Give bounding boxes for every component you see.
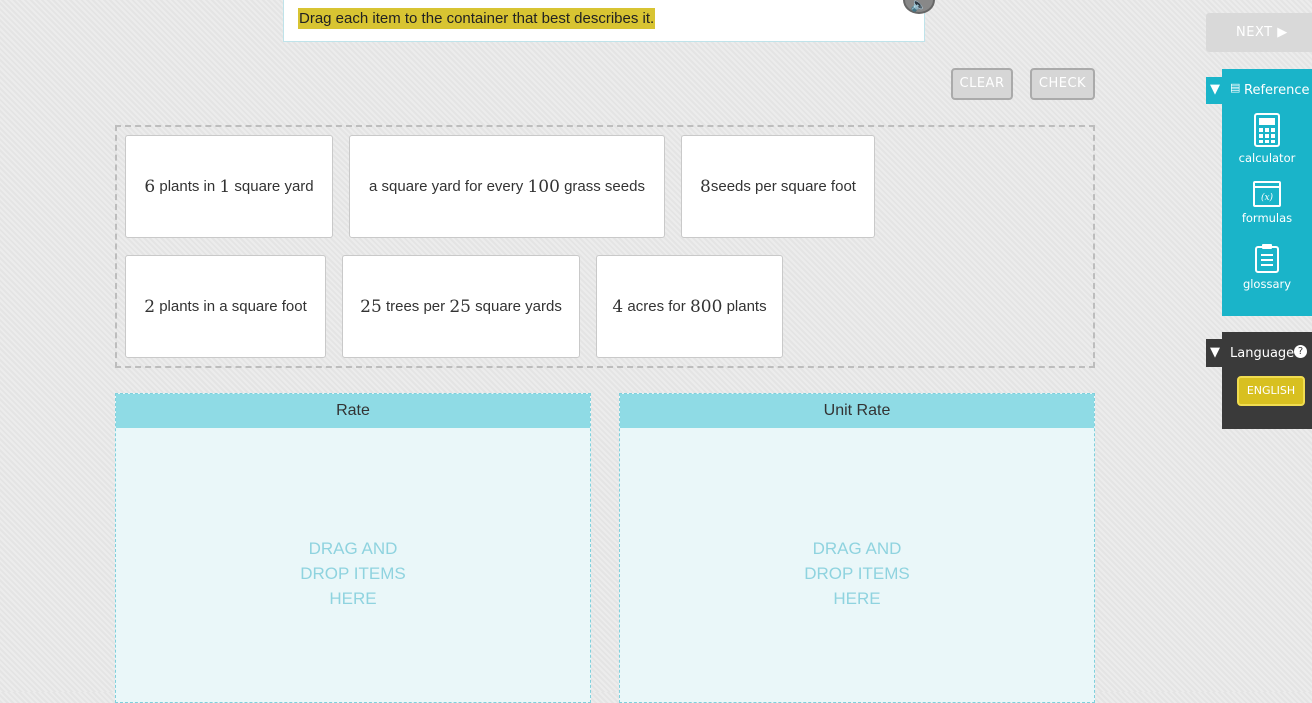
clear-button[interactable]: CLEAR xyxy=(951,68,1013,100)
card-number: 1 xyxy=(219,176,231,197)
drop-hint-line: DROP ITEMS xyxy=(804,564,910,583)
drop-hint-line: HERE xyxy=(329,589,377,608)
drop-zone-unit-rate[interactable]: Unit Rate DRAG AND DROP ITEMS HERE xyxy=(619,393,1095,703)
card-number: 25 xyxy=(360,296,382,317)
card-text: plants xyxy=(726,298,767,315)
tool-label: formulas xyxy=(1241,211,1293,225)
collapse-triangle-icon: ▼ xyxy=(1210,345,1220,360)
drag-card[interactable]: 2 plants in a square foot xyxy=(125,255,326,358)
drop-hint: DRAG AND DROP ITEMS HERE xyxy=(620,536,1094,611)
drop-hint-line: DROP ITEMS xyxy=(300,564,406,583)
drag-card[interactable]: 25 trees per 25 square yards xyxy=(342,255,580,358)
collapse-triangle-icon: ▼ xyxy=(1210,82,1220,97)
card-number: 100 xyxy=(527,176,560,197)
language-label: Language xyxy=(1230,346,1295,361)
calculator-tool[interactable]: calculator xyxy=(1222,113,1312,165)
reference-panel: calculator (x) formulas glossary xyxy=(1222,69,1312,316)
reference-label: Reference xyxy=(1244,83,1310,98)
drop-hint: DRAG AND DROP ITEMS HERE xyxy=(116,536,590,611)
card-text: plants in a square foot xyxy=(159,298,307,315)
drop-hint-line: HERE xyxy=(833,589,881,608)
card-text: grass seeds xyxy=(564,178,645,195)
card-text: trees per xyxy=(385,298,446,315)
card-text: seeds per square foot xyxy=(710,178,856,195)
glossary-tool[interactable]: glossary xyxy=(1222,243,1312,291)
drop-hint-line: DRAG AND xyxy=(812,539,902,558)
card-number: 4 xyxy=(612,296,624,317)
drop-zone-rate[interactable]: Rate DRAG AND DROP ITEMS HERE xyxy=(115,393,591,703)
drag-card[interactable]: a square yard for every 100 grass seeds xyxy=(349,135,665,238)
bucket-title: Unit Rate xyxy=(620,394,1094,428)
language-english-button[interactable]: ENGLISH xyxy=(1237,376,1305,406)
card-text: square yards xyxy=(475,298,562,315)
card-number: 6 xyxy=(144,176,156,197)
speaker-icon: 🔈 xyxy=(910,0,928,12)
reference-book-icon: ▤ xyxy=(1230,81,1241,94)
instruction-text: Drag each item to the container that bes… xyxy=(298,8,656,29)
calculator-icon xyxy=(1254,113,1280,147)
help-icon[interactable]: ? xyxy=(1294,345,1307,358)
drag-card[interactable]: 6 plants in 1 square yard xyxy=(125,135,333,238)
card-number: 8 xyxy=(700,176,711,197)
next-button[interactable]: NEXT ▶ xyxy=(1206,13,1312,52)
formula-icon: (x) xyxy=(1253,181,1281,207)
check-button[interactable]: CHECK xyxy=(1030,68,1095,100)
drop-hint-line: DRAG AND xyxy=(308,539,398,558)
card-text: plants in xyxy=(159,178,216,195)
play-arrow-icon: ▶ xyxy=(1277,25,1288,40)
instruction-box: Drag each item to the container that bes… xyxy=(283,0,925,42)
drag-card[interactable]: 4 acres for 800 plants xyxy=(596,255,783,358)
language-toggle[interactable]: ▼ Language ? xyxy=(1206,339,1312,367)
item-pool: 6 plants in 1 square yard a square yard … xyxy=(115,125,1095,368)
card-text: acres for xyxy=(627,298,686,315)
card-number: 2 xyxy=(144,296,156,317)
card-number: 800 xyxy=(689,296,723,317)
tool-label: glossary xyxy=(1242,277,1292,291)
drag-card[interactable]: 8 seeds per square foot xyxy=(681,135,875,238)
clipboard-icon xyxy=(1255,244,1279,273)
formulas-tool[interactable]: (x) formulas xyxy=(1222,181,1312,225)
svg-text:(x): (x) xyxy=(1261,192,1274,203)
card-text: square yard xyxy=(234,178,314,195)
card-number: 25 xyxy=(449,296,471,317)
bucket-title: Rate xyxy=(116,394,590,428)
tool-label: calculator xyxy=(1238,151,1296,165)
next-label: NEXT xyxy=(1236,25,1273,40)
card-text: a square yard for every xyxy=(369,178,524,195)
reference-toggle[interactable]: ▼ ▤ Reference xyxy=(1206,77,1312,104)
